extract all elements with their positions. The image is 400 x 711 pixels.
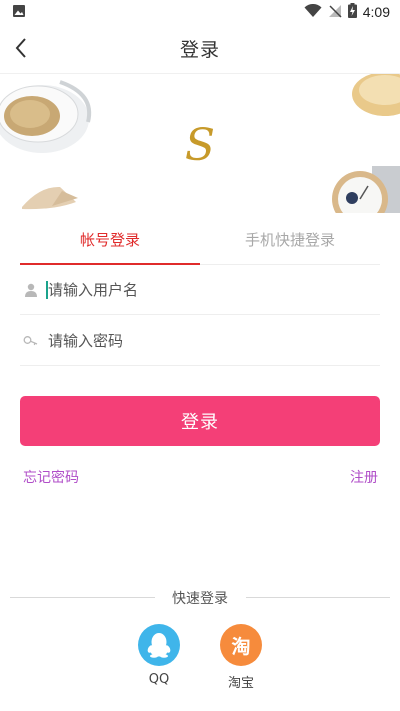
taobao-label: 淘宝 bbox=[227, 676, 254, 691]
password-input[interactable] bbox=[48, 331, 368, 350]
user-icon bbox=[20, 279, 42, 301]
back-button[interactable] bbox=[14, 36, 36, 60]
app-header: 登录 bbox=[0, 24, 400, 72]
status-time: 4:09 bbox=[362, 4, 390, 20]
password-row bbox=[20, 316, 380, 366]
wifi-icon bbox=[304, 3, 322, 22]
qq-login-button[interactable]: QQ bbox=[137, 624, 181, 687]
username-input[interactable] bbox=[48, 280, 368, 299]
login-tabs: 帐号登录 手机快捷登录 bbox=[20, 214, 380, 265]
taobao-glyph: 淘 bbox=[231, 635, 251, 658]
tab-account-login[interactable]: 帐号登录 bbox=[20, 214, 200, 265]
register-link[interactable]: 注册 bbox=[350, 467, 378, 487]
key-icon bbox=[20, 330, 42, 352]
svg-text:S: S bbox=[185, 120, 215, 171]
forgot-password-link[interactable]: 忘记密码 bbox=[23, 467, 79, 487]
no-signal-icon bbox=[328, 3, 342, 22]
login-button[interactable]: 登录 bbox=[20, 396, 380, 446]
status-bar: 4:09 bbox=[0, 0, 400, 24]
image-notification-icon bbox=[12, 3, 26, 22]
chevron-left-icon bbox=[15, 38, 26, 58]
battery-charging-icon bbox=[347, 2, 357, 22]
promo-banner[interactable]: S bbox=[0, 73, 400, 213]
banner-image: S bbox=[0, 74, 400, 213]
username-row bbox=[20, 265, 380, 315]
divider-right bbox=[246, 597, 390, 598]
taobao-login-button[interactable]: 淘 淘宝 bbox=[219, 624, 263, 691]
tab-phone-login[interactable]: 手机快捷登录 bbox=[200, 214, 380, 264]
quick-login-title: 快速登录 bbox=[172, 591, 228, 607]
page-title: 登录 bbox=[179, 38, 220, 61]
qq-penguin-icon bbox=[138, 624, 180, 666]
qq-label: QQ bbox=[148, 672, 170, 687]
taobao-icon: 淘 bbox=[220, 624, 262, 666]
